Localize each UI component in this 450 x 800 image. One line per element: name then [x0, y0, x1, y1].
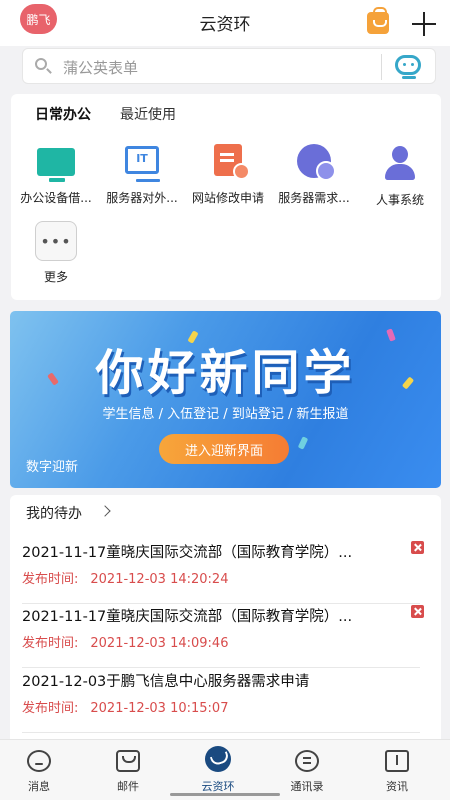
- form-icon: [214, 144, 250, 180]
- todo-title: 2021-11-17童晓庆国际交流部（国际教育学院）...: [22, 545, 353, 561]
- search-bar[interactable]: 蒲公英表单: [22, 48, 436, 84]
- time-value: 2021-12-03 14:20:24: [90, 572, 229, 587]
- chevron-right-icon[interactable]: [99, 505, 111, 517]
- shopping-bag-icon[interactable]: [367, 7, 389, 34]
- banner-caption: 数字迎新: [26, 460, 79, 475]
- todo-heading[interactable]: 我的待办: [26, 503, 82, 523]
- tab-label: 云资环: [201, 780, 235, 793]
- assistant-robot-icon[interactable]: [395, 55, 421, 79]
- time-prefix: 发布时间:: [22, 572, 79, 587]
- news-icon: [385, 750, 409, 772]
- app-label: 服务器对外...: [106, 191, 178, 205]
- divider: [381, 54, 382, 80]
- welcome-banner[interactable]: 你好新同学 学生信息 / 入伍登记 / 到站登记 / 新生报道 进入迎新界面 数…: [10, 311, 441, 488]
- todo-item[interactable]: 2021-12-03于鹏飞信息中心服务器需求申请 发布时间: 2021-12-03…: [22, 670, 420, 733]
- time-prefix: 发布时间:: [22, 636, 79, 651]
- close-icon[interactable]: [411, 541, 424, 554]
- tab-contacts[interactable]: 通讯录: [272, 750, 342, 794]
- tab-label: 资讯: [386, 780, 408, 793]
- time-prefix: 发布时间:: [22, 701, 79, 716]
- tab-news[interactable]: 资讯: [362, 750, 432, 794]
- person-icon: [380, 144, 420, 184]
- app-label: 服务器需求...: [278, 191, 350, 205]
- tab-label: 通讯录: [290, 780, 324, 793]
- tab-label: 邮件: [117, 780, 139, 793]
- office-apps-card: 日常办公 最近使用 办公设备借... IT 服务器对外... 网站修改申请 服务…: [11, 94, 441, 300]
- app-hr-system[interactable]: 人事系统: [357, 144, 443, 207]
- home-indicator[interactable]: [170, 793, 280, 796]
- todo-item[interactable]: 2021-11-17童晓庆国际交流部（国际教育学院）... 发布时间: 2021-…: [22, 605, 424, 668]
- tab-mail[interactable]: 邮件: [93, 750, 163, 794]
- app-more[interactable]: ••• 更多: [13, 221, 99, 284]
- contacts-icon: [295, 750, 319, 772]
- banner-title: 你好新同学: [95, 345, 356, 401]
- banner-subtitle: 学生信息 / 入伍登记 / 到站登记 / 新生报道: [102, 407, 349, 422]
- add-icon[interactable]: [412, 12, 436, 36]
- message-icon: [27, 750, 51, 772]
- app-server-external[interactable]: IT 服务器对外...: [99, 142, 185, 205]
- tab-daily-office[interactable]: 日常办公: [35, 104, 91, 124]
- tab-recently-used[interactable]: 最近使用: [120, 104, 176, 124]
- enter-welcome-button[interactable]: 进入迎新界面: [159, 434, 289, 464]
- todo-title: 2021-11-17童晓庆国际交流部（国际教育学院）...: [22, 609, 353, 625]
- bottom-tab-bar: 消息 邮件 云资环 通讯录 资讯: [0, 739, 450, 800]
- todo-card: 我的待办 2021-11-17童晓庆国际交流部（国际教育学院）... 发布时间:…: [10, 495, 441, 755]
- todo-title: 2021-12-03于鹏飞信息中心服务器需求申请: [22, 674, 310, 690]
- search-icon: [35, 58, 47, 70]
- time-value: 2021-12-03 10:15:07: [90, 701, 229, 716]
- mail-icon: [116, 750, 140, 772]
- close-icon[interactable]: [411, 605, 424, 618]
- todo-time: 发布时间: 2021-12-03 14:09:46: [22, 632, 228, 651]
- more-dots-icon: •••: [35, 221, 77, 261]
- app-equipment-borrow[interactable]: 办公设备借...: [13, 142, 99, 205]
- tab-label: 消息: [28, 780, 50, 793]
- app-label: 办公设备借...: [20, 191, 92, 205]
- todo-item[interactable]: 2021-11-17童晓庆国际交流部（国际教育学院）... 发布时间: 2021-…: [22, 541, 424, 604]
- todo-time: 发布时间: 2021-12-03 14:20:24: [22, 568, 228, 587]
- app-label: 网站修改申请: [191, 191, 264, 205]
- app-server-request[interactable]: 服务器需求...: [271, 142, 357, 205]
- top-bar: 鹏飞 云资环: [0, 0, 450, 46]
- app-label: 更多: [43, 270, 68, 284]
- brand-icon: [205, 746, 231, 772]
- tab-cloud[interactable]: 云资环: [183, 746, 253, 794]
- confetti-decoration: [297, 436, 309, 450]
- globe-icon: [297, 144, 336, 181]
- app-label: 人事系统: [375, 193, 424, 207]
- it-icon: IT: [125, 146, 160, 182]
- app-website-change[interactable]: 网站修改申请: [185, 142, 271, 205]
- search-input[interactable]: 蒲公英表单: [63, 57, 138, 78]
- monitor-icon: [37, 148, 75, 182]
- todo-time: 发布时间: 2021-12-03 10:15:07: [22, 697, 228, 716]
- time-value: 2021-12-03 14:09:46: [90, 636, 229, 651]
- tab-messages[interactable]: 消息: [4, 750, 74, 794]
